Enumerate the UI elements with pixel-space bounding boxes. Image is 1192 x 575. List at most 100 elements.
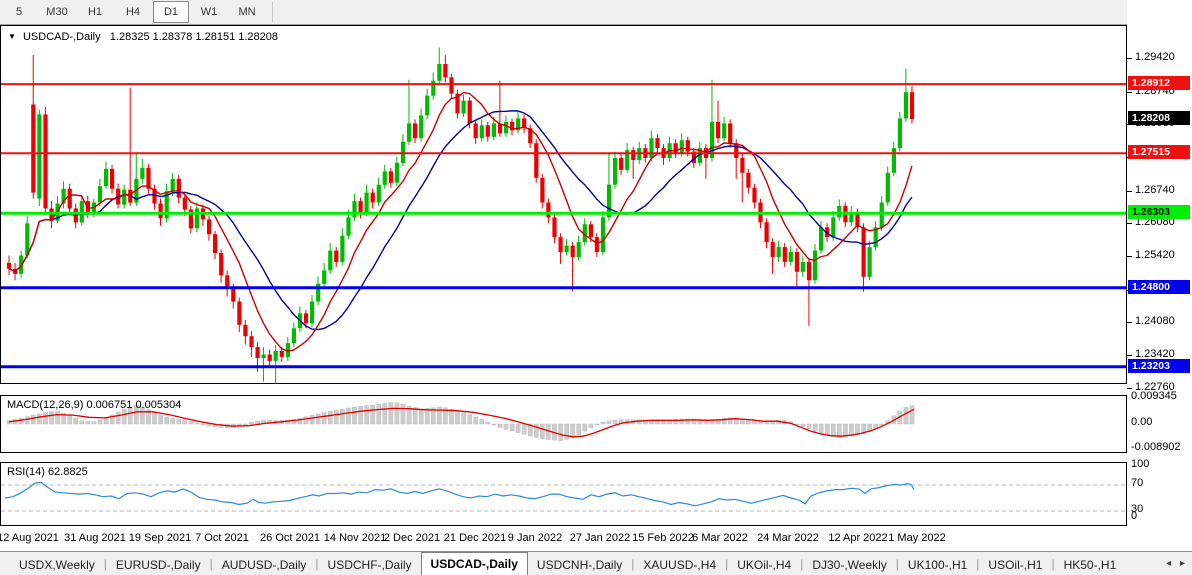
level-price-badge[interactable]: 1.28912 [1128,76,1190,90]
macd-signal-value: 0.005304 [135,399,181,411]
rsi-label: RSI(14) 62.8825 [7,466,88,478]
candle-body [352,201,356,217]
date-axis[interactable]: 12 Aug 202131 Aug 202119 Sep 20217 Oct 2… [0,526,1127,551]
candle-body [771,242,775,257]
chart-tab-usdcaddaily[interactable]: USDCAD-,Daily [421,552,528,575]
candle-body [904,92,908,118]
macd-bar [413,408,417,424]
candle-body [437,64,441,81]
level-price-badge[interactable]: 1.26303 [1128,205,1190,219]
candle-body [619,158,623,170]
macd-bar [565,424,569,439]
candle-body [765,222,769,242]
macd-bar [201,424,205,425]
macd-bar [171,419,175,425]
timeframe-button-mn[interactable]: MN [229,1,265,23]
chart-tab-usdcnhdaily[interactable]: USDCNH-,Daily [528,555,631,575]
macd-bar [601,422,605,424]
candle-body [449,77,453,93]
candle-body [486,125,490,136]
chart-tab-usdchfdaily[interactable]: USDCHF-,Daily [319,555,421,575]
candle-body [304,313,308,323]
candle-body [504,122,508,133]
chart-tab-xauusdh4[interactable]: XAUUSD-,H4 [634,555,725,575]
date-label: 26 Oct 2021 [260,532,320,544]
candle-body [474,123,478,138]
date-label: 7 Oct 2021 [195,532,249,544]
macd-bar [37,414,41,424]
candle-body [534,143,538,178]
macd-bar [589,424,593,428]
macd-bar [31,415,35,424]
candlestick-chart [1,26,1126,383]
candle-body [292,328,296,343]
candle-body [80,201,84,222]
candle-body [819,227,823,250]
macd-bar [401,404,405,424]
candle-body [789,252,793,262]
chart-tab-bar: USDX,Weekly|EURUSD-,Daily|AUDUSD-,Daily|… [0,551,1192,575]
macd-bar [807,424,811,429]
rsi-indicator-pane[interactable]: RSI(14) 62.8825 [0,462,1127,526]
timeframe-button-h4[interactable]: H4 [115,1,151,23]
price-axis-label: 1.24080 [1135,315,1175,327]
chart-tab-usoilh1[interactable]: USOil-,H1 [979,555,1051,575]
candle-body [571,246,575,257]
candle-body [383,171,387,184]
timeframe-button-5[interactable]: 5 [1,1,37,23]
level-price-badge[interactable]: 1.27515 [1128,145,1190,159]
candle-body [359,201,363,212]
price-axis-label: 1.29420 [1135,51,1175,63]
macd-bar [577,424,581,435]
macd-bar [801,424,805,427]
price-scale[interactable]: 1.294201.287401.280801.274201.267401.260… [1127,0,1192,551]
date-label: 15 Feb 2022 [632,532,694,544]
macd-bar [19,418,23,424]
chart-tab-audusddaily[interactable]: AUDUSD-,Daily [213,555,316,575]
tab-scroll-arrows[interactable]: ◂ ▸ [1166,558,1188,569]
chart-tab-ukoilh4[interactable]: UKOil-,H4 [728,555,800,575]
macd-bar [492,424,496,425]
chart-tab-hk50h1[interactable]: HK50-,H1 [1055,555,1126,575]
macd-bar [746,420,750,424]
candle-body [395,163,399,183]
macd-bar [328,411,332,424]
macd-bar [831,424,835,437]
timeframe-button-w1[interactable]: W1 [191,1,227,23]
main-chart-pane[interactable]: ▼ USDCAD-,Daily 1.28325 1.28378 1.28151 … [0,25,1127,384]
date-label: 6 Mar 2022 [692,532,748,544]
candle-body [783,247,787,262]
macd-bar [395,403,399,424]
timeframe-button-d1[interactable]: D1 [153,1,189,23]
candle-body [540,178,544,203]
candle-body [722,123,726,138]
macd-bar [334,410,338,424]
candle-body [207,219,211,234]
macd-bar [122,409,126,424]
candle-body [249,336,253,347]
chart-tab-eurusddaily[interactable]: EURUSD-,Daily [107,555,210,575]
candle-body [837,206,841,217]
candle-body [213,234,217,253]
timeframe-button-h1[interactable]: H1 [77,1,113,23]
level-price-badge[interactable]: 1.23203 [1128,359,1190,373]
candle-body [68,189,72,209]
current-price-badge[interactable]: 1.28208 [1128,111,1190,125]
candle-body [480,125,484,138]
macd-indicator-pane[interactable]: MACD(12,26,9) 0.006751 0.005304 [0,395,1127,453]
collapse-triangle-icon[interactable]: ▼ [8,32,16,41]
chart-tab-dj30weekly[interactable]: DJ30-,Weekly [803,555,895,575]
candle-body [831,217,835,237]
chart-tab-usdxweekly[interactable]: USDX,Weekly [10,555,104,575]
macd-bar [516,424,520,433]
macd-bar [825,424,829,435]
ma-slow-line [9,111,912,330]
macd-bar [159,415,163,424]
candle-body [280,351,284,357]
chart-tab-uk100h1[interactable]: UK100-,H1 [899,555,976,575]
macd-bar [86,421,90,424]
timeframe-button-m30[interactable]: M30 [39,1,75,23]
candle-body [219,253,223,275]
level-price-badge[interactable]: 1.24800 [1128,280,1190,294]
candle-body [322,270,326,283]
